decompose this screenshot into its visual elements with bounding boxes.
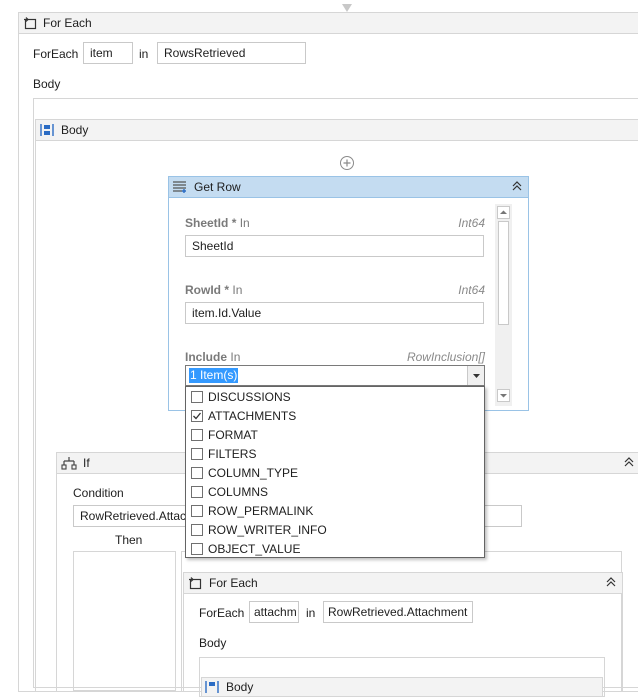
include-selected-value: 1 Item(s) bbox=[189, 368, 239, 383]
checkbox-columns[interactable] bbox=[191, 486, 203, 498]
row-id-required-mark: * bbox=[224, 283, 230, 297]
option-label: ROW_WRITER_INFO bbox=[208, 523, 327, 537]
option-label: OBJECT_VALUE bbox=[208, 542, 301, 556]
checkbox-discussions[interactable] bbox=[191, 391, 203, 403]
inner-foreach-body-label: Body bbox=[199, 636, 227, 650]
inner-foreach-header[interactable]: For Each bbox=[183, 572, 623, 594]
sheet-id-label: SheetId * In bbox=[185, 216, 250, 230]
dropdown-option[interactable]: OBJECT_VALUE bbox=[186, 540, 484, 559]
include-direction: In bbox=[230, 350, 241, 364]
option-label: FILTERS bbox=[208, 447, 257, 461]
option-label: ATTACHMENTS bbox=[208, 409, 297, 423]
triangle-down-icon[interactable] bbox=[467, 366, 484, 385]
if-condition-label: Condition bbox=[73, 486, 124, 500]
if-then-label: Then bbox=[115, 533, 143, 547]
include-dropdown-list[interactable]: DISCUSSIONS ATTACHMENTS FORMAT FILTERS C… bbox=[185, 386, 485, 558]
inner-foreach-collapse-icon[interactable] bbox=[604, 576, 618, 590]
include-type: RowInclusion[] bbox=[406, 350, 485, 364]
checkbox-column-type[interactable] bbox=[191, 467, 203, 479]
drop-indicator-icon bbox=[341, 2, 353, 12]
sheet-id-label-text: SheetId bbox=[185, 216, 229, 230]
row-id-input[interactable]: item.Id.Value bbox=[185, 302, 484, 324]
inner-foreach-collection-input[interactable]: RowRetrieved.Attachment bbox=[323, 601, 473, 623]
dropdown-option[interactable]: FILTERS bbox=[186, 445, 484, 464]
dropdown-option[interactable]: DISCUSSIONS bbox=[186, 388, 484, 407]
scroll-down-icon[interactable] bbox=[497, 389, 510, 402]
option-label: ROW_PERMALINK bbox=[208, 504, 314, 518]
get-row-title: Get Row bbox=[194, 180, 241, 194]
sheet-id-type: Int64 bbox=[458, 216, 485, 230]
chevron-up-double-icon[interactable] bbox=[510, 180, 524, 194]
if-branch-icon bbox=[61, 456, 77, 473]
row-id-label: RowId * In bbox=[185, 283, 242, 297]
inner-body-sequence-title: Body bbox=[226, 680, 254, 694]
get-row-header[interactable]: Get Row bbox=[168, 176, 529, 198]
outer-foreach-collection-input[interactable]: RowsRetrieved bbox=[157, 42, 306, 64]
body-sequence-title: Body bbox=[61, 123, 89, 137]
checkbox-row-writer-info[interactable] bbox=[191, 524, 203, 536]
inner-body-sequence-header[interactable]: Body bbox=[201, 677, 603, 697]
if-title: If bbox=[83, 456, 90, 470]
sheet-id-direction: In bbox=[239, 216, 250, 230]
inner-foreach-in-label: in bbox=[306, 606, 316, 620]
dropdown-option[interactable]: COLUMNS bbox=[186, 483, 484, 502]
checkbox-object-value[interactable] bbox=[191, 543, 203, 555]
sheet-id-required-mark: * bbox=[231, 216, 237, 230]
row-id-type: Int64 bbox=[458, 283, 485, 297]
checkbox-format[interactable] bbox=[191, 429, 203, 441]
checkbox-attachments[interactable] bbox=[191, 410, 203, 422]
row-id-direction: In bbox=[232, 283, 243, 297]
foreach-loop-icon bbox=[23, 16, 37, 33]
outer-foreach-item-input[interactable]: item bbox=[83, 42, 133, 64]
dropdown-option[interactable]: COLUMN_TYPE bbox=[186, 464, 484, 483]
add-circle-icon[interactable] bbox=[339, 155, 355, 174]
inner-foreach-title: For Each bbox=[209, 576, 258, 590]
inner-foreach-item-input[interactable]: attachm bbox=[249, 601, 299, 623]
inner-sequence-icon bbox=[204, 680, 220, 696]
include-label-text: Include bbox=[185, 350, 228, 364]
outer-foreach-label: ForEach bbox=[33, 47, 79, 61]
checkmark-icon bbox=[193, 412, 202, 420]
get-row-scrollbar[interactable] bbox=[495, 204, 512, 406]
option-label: FORMAT bbox=[208, 428, 258, 442]
option-label: COLUMNS bbox=[208, 485, 269, 499]
include-combobox[interactable]: 1 Item(s) bbox=[185, 365, 485, 386]
checkbox-filters[interactable] bbox=[191, 448, 203, 460]
sequence-icon bbox=[39, 123, 55, 140]
dropdown-option[interactable]: ROW_PERMALINK bbox=[186, 502, 484, 521]
include-label: Include In bbox=[185, 350, 240, 364]
dropdown-option[interactable]: FORMAT bbox=[186, 426, 484, 445]
dropdown-option[interactable]: ROW_WRITER_INFO bbox=[186, 521, 484, 540]
sheet-id-input[interactable]: SheetId bbox=[185, 235, 484, 257]
if-then-dropzone[interactable] bbox=[73, 551, 176, 691]
inner-foreach-loop-icon bbox=[188, 576, 202, 593]
option-label: DISCUSSIONS bbox=[208, 390, 291, 404]
if-collapse-icon[interactable] bbox=[622, 456, 636, 470]
outer-foreach-in-label: in bbox=[139, 47, 149, 61]
scroll-thumb[interactable] bbox=[498, 221, 509, 325]
outer-foreach-header[interactable]: For Each bbox=[18, 12, 638, 34]
checkbox-row-permalink[interactable] bbox=[191, 505, 203, 517]
outer-foreach-body-label: Body bbox=[33, 77, 61, 91]
scroll-up-icon[interactable] bbox=[497, 206, 510, 219]
option-label: COLUMN_TYPE bbox=[208, 466, 299, 480]
row-id-label-text: RowId bbox=[185, 283, 221, 297]
dropdown-option[interactable]: ATTACHMENTS bbox=[186, 407, 484, 426]
body-sequence-header[interactable]: Body bbox=[35, 119, 638, 141]
inner-foreach-label: ForEach bbox=[199, 606, 245, 620]
outer-foreach-title: For Each bbox=[43, 16, 92, 30]
table-row-icon bbox=[172, 180, 188, 197]
